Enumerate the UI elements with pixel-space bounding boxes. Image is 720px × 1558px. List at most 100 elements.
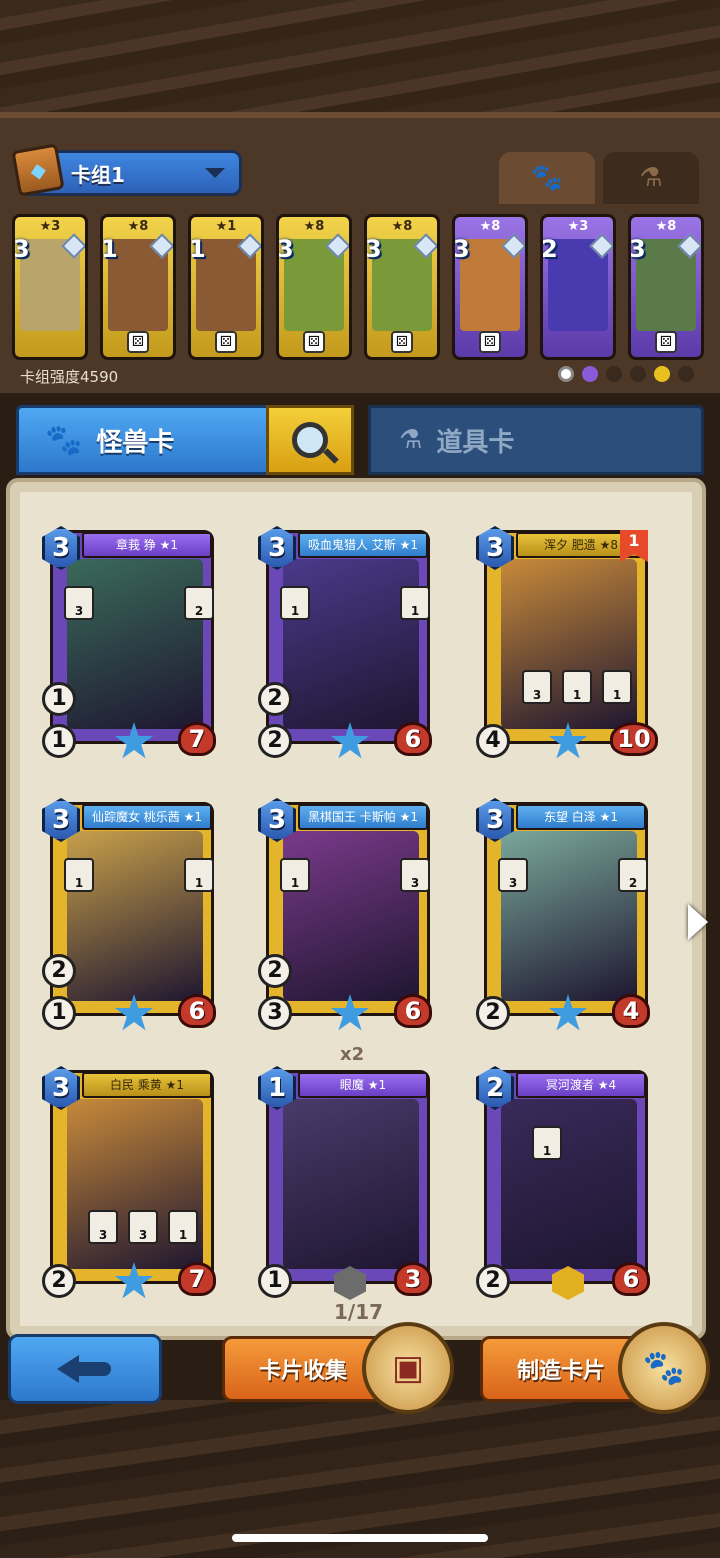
deck-card[interactable]: ★8 3 ⚄ (628, 214, 704, 360)
deck-card-row: ★3 3 ★8 1 ⚄ ★1 1 ⚄ ★8 3 ⚄ ★8 3 ⚄ ★8 3 ⚄ ★3 2 ★8 3 ⚄ (12, 214, 712, 360)
card-hp-heart: 10 (610, 722, 658, 756)
card-stars: ★8 (479, 219, 501, 234)
deck-card[interactable]: ★8 3 ⚄ (452, 214, 528, 360)
deck-card[interactable]: ★3 2 (540, 214, 616, 360)
card-name: 吸血鬼猎人 艾斯 ★1 (298, 532, 428, 558)
deck-selector[interactable]: ◆ 卡组1 (11, 143, 242, 197)
card-hp-heart: 6 (178, 994, 216, 1028)
card-cost: 3 (13, 235, 30, 263)
ability-icon: 1 (184, 858, 214, 892)
ability-icon: 2 (184, 586, 214, 620)
dice-icon: ⚄ (391, 331, 413, 353)
card-art (501, 831, 637, 1001)
card-art (67, 831, 203, 1001)
card-art (501, 1099, 637, 1269)
deck-faction-icons (558, 366, 694, 382)
chevron-down-icon (205, 168, 225, 178)
deck-card[interactable]: ★8 1 ⚄ (100, 214, 176, 360)
card-book-icon[interactable]: ▣ (362, 1322, 454, 1414)
ability-icon: 1 (532, 1126, 562, 1160)
card-name: 白民 乘黄 ★1 (82, 1072, 212, 1098)
card-speed-stat: 1 (258, 1264, 292, 1298)
card-cost: 3 (453, 235, 470, 263)
tab-item-cards[interactable]: ⚗ 道具卡 (368, 405, 704, 475)
purple-faction-icon (582, 366, 598, 382)
card-name: 冥河渡者 ★4 (516, 1072, 646, 1098)
card-hp-heart: 4 (612, 994, 650, 1028)
deck-filter-item-tab[interactable]: ⚗ (603, 152, 699, 204)
back-button[interactable] (8, 1334, 162, 1404)
card-attack-stat: 1 (42, 682, 76, 716)
ability-icon: 3 (498, 858, 528, 892)
card-name: 章莪 狰 ★1 (82, 532, 212, 558)
dice-icon: ⚄ (215, 331, 237, 353)
craft-card-label: 制造卡片 (517, 1359, 606, 1384)
ability-icon: 1 (280, 858, 310, 892)
deck-card[interactable]: ★8 3 ⚄ (364, 214, 440, 360)
monster-card[interactable]: 白民 乘黄 ★1 3 2 7 3 3 1 (42, 1066, 218, 1302)
card-hp-heart: 7 (178, 722, 216, 756)
card-cost: 3 (629, 235, 646, 263)
deck-card[interactable]: ★3 3 (12, 214, 88, 360)
search-button[interactable] (266, 405, 354, 475)
monster-card[interactable]: 冥河渡者 ★4 2 2 6 1 (476, 1066, 652, 1302)
potion-icon: ⚗ (399, 425, 423, 455)
card-speed-stat: 2 (476, 996, 510, 1030)
card-art (67, 559, 203, 729)
paw-icon: 🐾 (45, 422, 83, 458)
gold-faction-icon (654, 366, 670, 382)
ability-icon: 1 (64, 858, 94, 892)
fire-faction-icon (678, 366, 694, 382)
leaf-faction-icon (606, 366, 622, 382)
card-speed-stat: 2 (476, 1264, 510, 1298)
card-cost: 2 (541, 235, 558, 263)
tab-item-label: 道具卡 (436, 427, 515, 458)
deck-filter-monster-tab[interactable]: 🐾 (499, 152, 595, 204)
ability-icon: 1 (280, 586, 310, 620)
monster-card[interactable]: 仙踪魔女 桃乐茜 ★1 3 2 1 6 1 1 (42, 798, 218, 1034)
card-cost: 3 (277, 235, 294, 263)
deck-card[interactable]: ★1 1 ⚄ (188, 214, 264, 360)
deck-book-icon: ◆ (11, 143, 65, 197)
ability-icon: 2 (618, 858, 648, 892)
ability-icon: 1 (602, 670, 632, 704)
ability-icon: 3 (88, 1210, 118, 1244)
card-hp-heart: 6 (612, 1262, 650, 1296)
page-indicator: 1/17 (334, 1300, 384, 1324)
card-attack-stat: 2 (258, 954, 292, 988)
dice-icon: ⚄ (303, 331, 325, 353)
monster-card[interactable]: 黑棋国王 卡斯帕 ★1 3 2 3 6 1 3 (258, 798, 434, 1034)
water-faction-icon (630, 366, 646, 382)
ability-icon: 1 (400, 586, 430, 620)
ability-icon: 1 (562, 670, 592, 704)
home-indicator (232, 1534, 488, 1542)
card-speed-stat: 3 (258, 996, 292, 1030)
card-stars: ★8 (127, 219, 149, 234)
monster-card[interactable]: 眼魔 ★1 1 1 3 (258, 1066, 434, 1302)
card-hp-heart: 6 (394, 722, 432, 756)
ability-icon: 1 (168, 1210, 198, 1244)
monster-card[interactable]: 章莪 狰 ★1 3 1 1 7 3 2 (42, 526, 218, 762)
next-page-arrow-icon[interactable] (688, 904, 708, 940)
deck-name: 卡组1 (71, 162, 125, 187)
back-arrow-icon (57, 1355, 113, 1383)
duplicate-count: x2 (340, 1044, 365, 1065)
card-hp-heart: 6 (394, 994, 432, 1028)
paw-bottle-icon[interactable]: 🐾 (618, 1322, 710, 1414)
card-art (283, 559, 419, 729)
card-name: 黑棋国王 卡斯帕 ★1 (298, 804, 428, 830)
tab-monster-cards[interactable]: 🐾 怪兽卡 (16, 405, 270, 475)
card-speed-stat: 4 (476, 724, 510, 758)
monster-card[interactable]: 浑夕 肥遗 ★8 3 4 10 3 1 1 1 (476, 526, 658, 762)
card-stars: ★8 (303, 219, 325, 234)
card-speed-stat: 2 (258, 724, 292, 758)
monster-card[interactable]: 东望 白泽 ★1 3 2 4 3 2 (476, 798, 652, 1034)
dice-icon: ⚄ (479, 331, 501, 353)
ability-icon: 3 (522, 670, 552, 704)
card-name: 仙踪魔女 桃乐茜 ★1 (82, 804, 212, 830)
deck-card[interactable]: ★8 3 ⚄ (276, 214, 352, 360)
deck-strength: 卡组强度4590 (20, 368, 119, 386)
card-speed-stat: 2 (42, 1264, 76, 1298)
card-stars: ★3 (567, 219, 589, 234)
monster-card[interactable]: 吸血鬼猎人 艾斯 ★1 3 2 2 6 1 1 (258, 526, 434, 762)
